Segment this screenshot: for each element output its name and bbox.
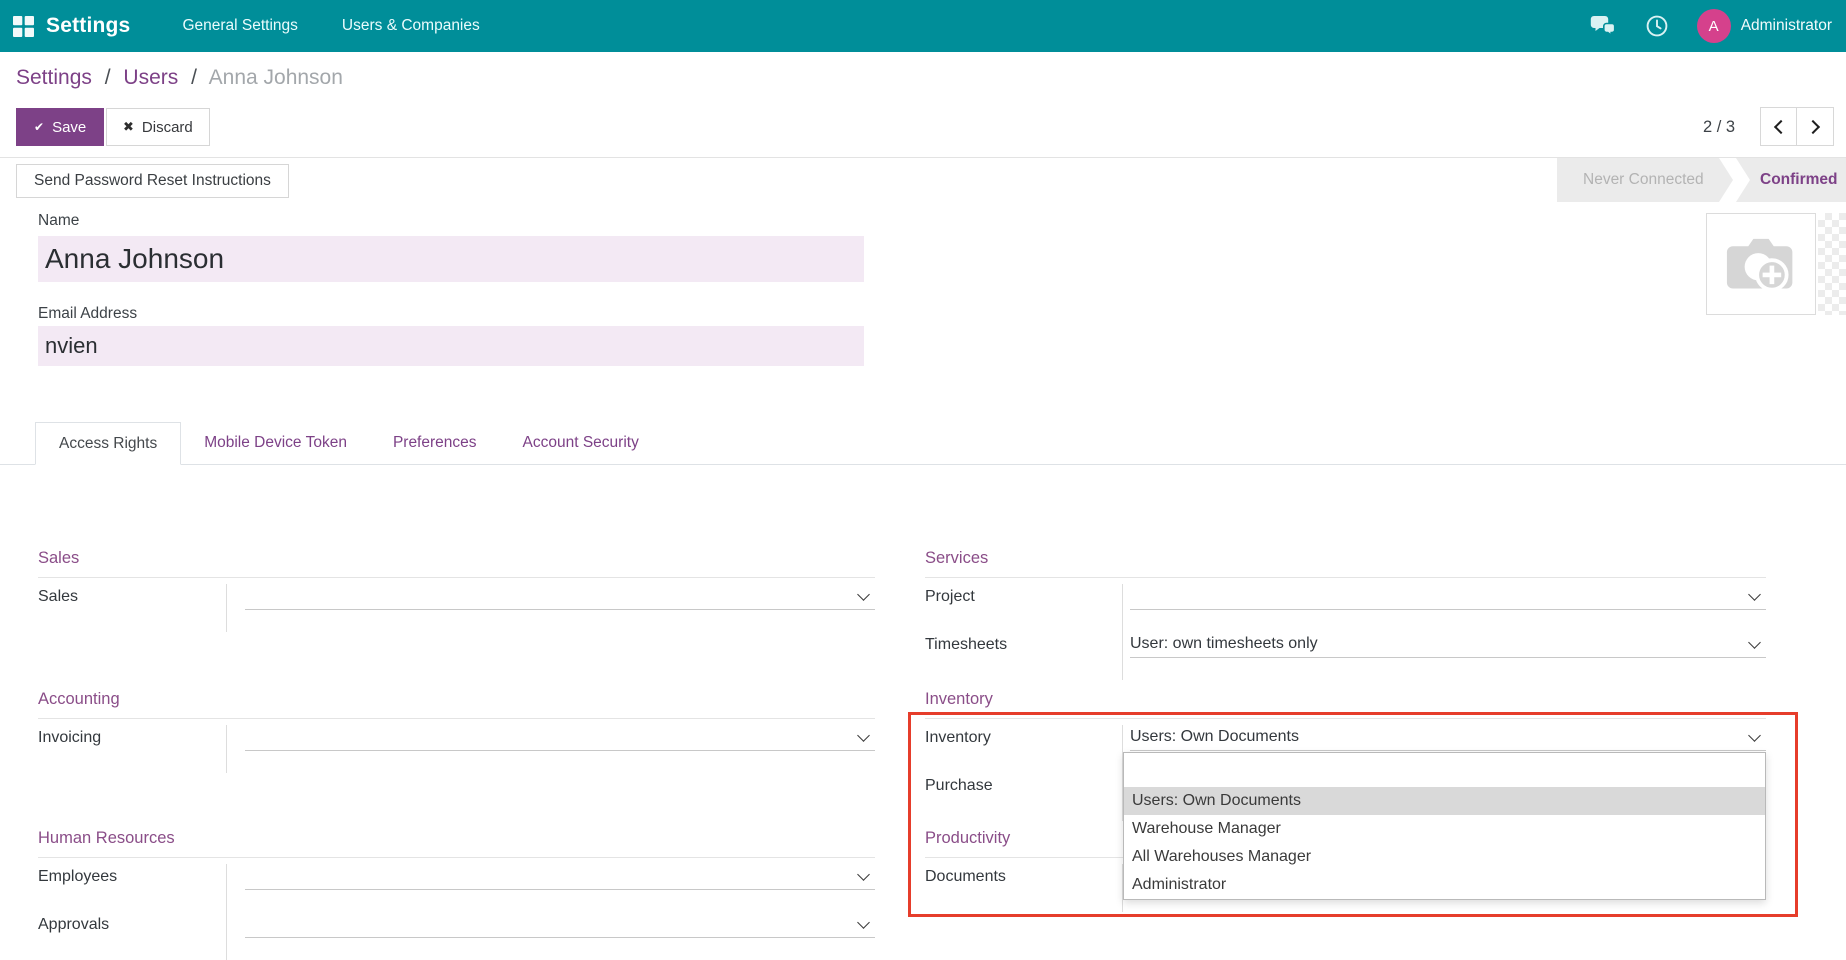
chevron-down-icon [857,588,870,601]
select-project[interactable] [1130,584,1766,610]
section-title: Sales [38,548,875,578]
pager-previous-button[interactable] [1760,107,1797,146]
field-label-invoicing: Invoicing [38,725,227,773]
select-inventory[interactable]: Users: Own Documents [1130,725,1766,751]
select-employees[interactable] [245,864,875,890]
section-title: Services [925,548,1766,578]
inventory-dropdown: Users: Own Documents Warehouse Manager A… [1123,752,1766,900]
chevron-right-icon [1806,119,1820,133]
statusbar: Never Connected Confirmed [1557,158,1846,202]
section-title: Inventory [925,689,1766,719]
field-label-sales: Sales [38,584,227,632]
field-label-documents: Documents [925,864,1123,912]
discard-button-label: Discard [142,119,193,136]
select-value: Users: Own Documents [1130,728,1299,745]
nav-item-general-settings[interactable]: General Settings [182,17,297,35]
name-field-label: Name [38,212,79,230]
breadcrumb-users[interactable]: Users [123,66,178,89]
breadcrumb-separator: / [105,66,111,89]
dropdown-option-administrator[interactable]: Administrator [1124,871,1765,899]
section-services: Services Project Timesheets User: own ti… [925,548,1766,680]
send-password-reset-button[interactable]: Send Password Reset Instructions [16,164,289,198]
select-approvals[interactable] [245,912,875,938]
email-input[interactable]: nvien [38,326,864,366]
chevron-down-icon [857,729,870,742]
tab-account-security[interactable]: Account Security [500,422,662,465]
chevron-left-icon [1773,119,1787,133]
notebook-tabs: Access Rights Mobile Device Token Prefer… [0,422,1846,465]
dropdown-blank-option[interactable] [1124,753,1765,787]
activity-clock-icon[interactable] [1643,14,1671,38]
top-navbar: Settings General Settings Users & Compan… [0,0,1846,52]
select-invoicing[interactable] [245,725,875,751]
select-value: User: own timesheets only [1130,635,1318,652]
nav-item-users-companies[interactable]: Users & Companies [342,17,480,35]
tab-access-rights[interactable]: Access Rights [35,422,181,465]
status-never-connected[interactable]: Never Connected [1557,158,1733,202]
select-timesheets[interactable]: User: own timesheets only [1130,632,1766,658]
pager-next-button[interactable] [1797,107,1834,146]
dropdown-option-users-own-documents[interactable]: Users: Own Documents [1124,787,1765,815]
breadcrumb-settings[interactable]: Settings [16,66,92,89]
breadcrumb-current-record: Anna Johnson [209,66,343,89]
apps-grid-icon[interactable] [0,0,46,52]
profile-photo-upload[interactable] [1706,213,1816,315]
save-button[interactable]: ✔ Save [16,108,104,146]
field-label-project: Project [925,584,1123,632]
dropdown-option-all-warehouses-manager[interactable]: All Warehouses Manager [1124,843,1765,871]
breadcrumb-separator: / [191,66,197,89]
user-avatar: A [1697,9,1731,43]
tab-mobile-device-token[interactable]: Mobile Device Token [181,422,370,465]
chevron-down-icon [1748,729,1761,742]
section-human-resources: Human Resources Employees Approvals [38,828,875,960]
app-title[interactable]: Settings [46,14,130,38]
user-name: Administrator [1741,17,1832,35]
tab-preferences[interactable]: Preferences [370,422,500,465]
chevron-down-icon [1748,588,1761,601]
field-label-employees: Employees [38,864,227,912]
field-label-approvals: Approvals [38,912,227,960]
select-sales[interactable] [245,584,875,610]
breadcrumb: Settings / Users / Anna Johnson [16,66,343,90]
name-input[interactable]: Anna Johnson [38,236,864,282]
record-pager-count: 2 / 3 [1703,108,1735,146]
close-icon: ✖ [123,119,134,135]
section-title: Accounting [38,689,875,719]
check-icon: ✔ [34,120,44,134]
chevron-down-icon [857,916,870,929]
email-field-label: Email Address [38,305,137,323]
save-button-label: Save [52,119,86,136]
field-label-timesheets: Timesheets [925,632,1123,680]
messages-icon[interactable] [1589,14,1617,38]
chevron-down-icon [1748,636,1761,649]
discard-button[interactable]: ✖ Discard [106,108,210,146]
field-label-inventory: Inventory [925,725,1123,773]
field-label-purchase: Purchase [925,773,1123,821]
chevron-down-icon [857,868,870,881]
section-accounting: Accounting Invoicing [38,689,875,773]
record-pager [1760,107,1834,146]
camera-add-icon [1725,234,1797,294]
dropdown-option-warehouse-manager[interactable]: Warehouse Manager [1124,815,1765,843]
user-menu[interactable]: A Administrator [1697,9,1832,43]
status-confirmed[interactable]: Confirmed [1736,158,1846,202]
section-sales: Sales Sales [38,548,875,632]
section-title: Human Resources [38,828,875,858]
transparency-checker [1818,213,1846,315]
